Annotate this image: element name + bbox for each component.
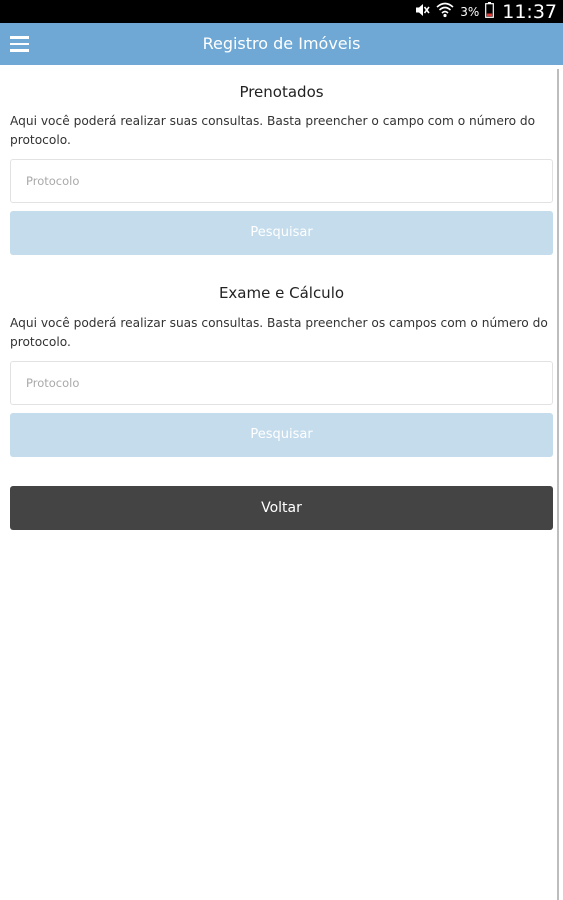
menu-icon[interactable] <box>10 36 29 52</box>
protocol-input-exame-calculo[interactable] <box>10 361 553 405</box>
wifi-icon <box>436 2 454 22</box>
section-title-exame-calculo: Exame e Cálculo <box>218 284 345 302</box>
protocol-input-prenotados[interactable] <box>10 159 553 203</box>
status-icons: 3% 11:37 <box>414 0 557 23</box>
search-button-exame-calculo[interactable]: Pesquisar <box>10 413 553 457</box>
battery-percent: 3% <box>460 4 480 19</box>
mute-icon <box>414 2 430 22</box>
main-content: Prenotados Aqui você poderá realizar sua… <box>0 65 563 900</box>
battery-icon <box>485 1 495 22</box>
app-bar: Registro de Imóveis <box>0 23 563 65</box>
section-title-prenotados: Prenotados <box>239 83 324 101</box>
clock: 11:37 <box>502 0 557 23</box>
search-button-prenotados[interactable]: Pesquisar <box>10 211 553 255</box>
app-title: Registro de Imóveis <box>202 34 361 53</box>
section-description-prenotados: Aqui você poderá realizar suas consultas… <box>10 114 536 147</box>
scrollbar[interactable] <box>557 69 559 900</box>
section-description-exame-calculo: Aqui você poderá realizar suas consultas… <box>10 316 548 349</box>
back-button[interactable]: Voltar <box>10 486 553 530</box>
status-bar: 3% 11:37 <box>0 0 563 23</box>
